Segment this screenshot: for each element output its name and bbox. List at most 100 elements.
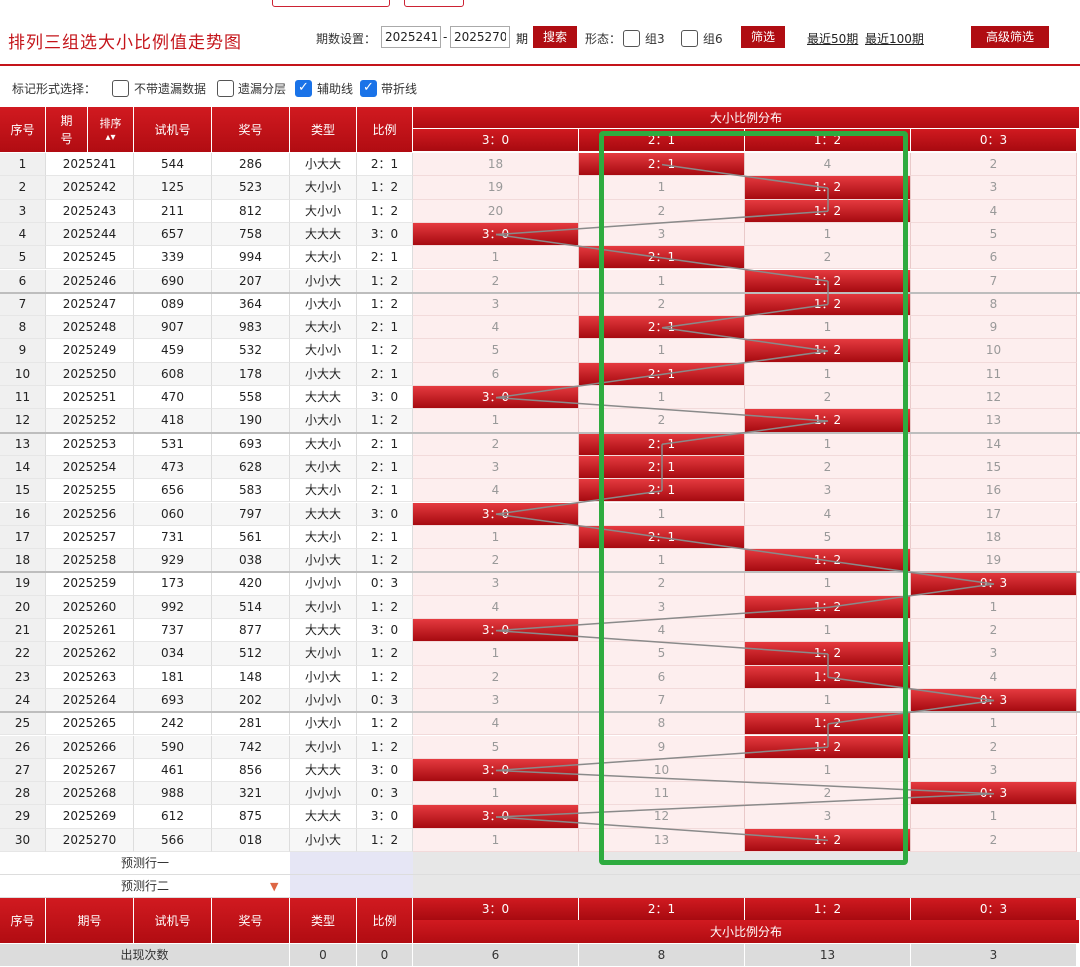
page-title: 排列三组选大小比例值走势图 xyxy=(8,33,242,53)
header-seq: 序号 xyxy=(0,107,46,153)
row-period: 2025264 xyxy=(46,688,134,713)
row-ratio: 1：2 xyxy=(357,199,413,223)
recent100-link[interactable]: 最近100期 xyxy=(865,30,924,47)
row-period: 2025269 xyxy=(46,805,134,829)
dist-hit-cell: 1：2 xyxy=(745,409,911,433)
dist-missing-cell: 3 xyxy=(911,642,1077,666)
dist-missing-cell: 1 xyxy=(579,339,745,363)
row-type: 小小大 xyxy=(290,549,357,573)
row-seq: 22 xyxy=(0,642,46,666)
row-type: 大大大 xyxy=(290,222,357,247)
row-type: 大大小 xyxy=(290,525,357,550)
row-type: 大大大 xyxy=(290,386,357,410)
header-ratio: 比例 xyxy=(357,107,413,153)
row-period: 2025268 xyxy=(46,782,134,806)
row-seq: 5 xyxy=(0,246,46,270)
period-dash: - xyxy=(443,30,448,44)
row-period: 2025260 xyxy=(46,595,134,619)
dist-missing-cell: 15 xyxy=(911,455,1077,480)
row-trial: 418 xyxy=(134,409,212,433)
dist-missing-cell: 3 xyxy=(745,805,911,829)
dist-missing-cell: 3 xyxy=(911,176,1077,200)
predict-row-input[interactable] xyxy=(290,852,413,875)
dist-hit-cell: 0：3 xyxy=(911,688,1077,713)
row-ratio: 3：0 xyxy=(357,222,413,247)
dist-missing-cell: 18 xyxy=(413,153,579,177)
row-trial: 544 xyxy=(134,153,212,177)
row-trial: 473 xyxy=(134,455,212,480)
dist-hit-cell: 1：2 xyxy=(745,595,911,619)
search-button[interactable]: 搜索 xyxy=(533,26,577,48)
dist-missing-cell: 3 xyxy=(413,455,579,480)
row-ratio: 1：2 xyxy=(357,339,413,363)
dist-missing-cell: 6 xyxy=(579,665,745,689)
header-dist-col-2: 1：2 xyxy=(745,129,911,151)
row-prize: 797 xyxy=(212,502,290,526)
top-tabs xyxy=(270,0,530,8)
dist-missing-cell: 7 xyxy=(911,269,1077,293)
row-seq: 16 xyxy=(0,502,46,526)
group3-label: 组3 xyxy=(645,32,665,46)
mark-option-checkbox-missing-layer[interactable] xyxy=(217,80,234,97)
predict-row-label[interactable]: 预测行二 xyxy=(0,875,290,898)
row-trial: 459 xyxy=(134,339,212,363)
footer-header-prize: 奖号 xyxy=(212,898,290,944)
period-start-input[interactable] xyxy=(381,26,441,48)
row-period: 2025265 xyxy=(46,712,134,736)
row-trial: 929 xyxy=(134,549,212,573)
footer-header-period: 期号 xyxy=(46,898,134,944)
row-prize: 512 xyxy=(212,642,290,666)
dist-missing-cell: 3 xyxy=(413,572,579,596)
dist-missing-cell: 2 xyxy=(413,269,579,293)
footer-dist-title: 大小比例分布 xyxy=(413,920,1080,944)
group6-checkbox[interactable] xyxy=(681,30,698,47)
filter-button[interactable]: 筛选 xyxy=(741,26,785,48)
row-trial: 737 xyxy=(134,619,212,643)
predict-row-label[interactable]: 预测行一 xyxy=(0,852,290,875)
dist-hit-cell: 1：2 xyxy=(745,828,911,852)
mark-option-checkbox-polyline[interactable] xyxy=(360,80,377,97)
row-seq: 7 xyxy=(0,292,46,317)
mark-option-checkbox-no-missing[interactable] xyxy=(112,80,129,97)
row-period: 2025266 xyxy=(46,735,134,759)
predict-row-input[interactable] xyxy=(290,875,413,898)
count-label: 出现次数 xyxy=(0,944,290,966)
row-trial: 173 xyxy=(134,572,212,596)
top-tab-2[interactable] xyxy=(404,0,464,7)
dist-missing-cell: 11 xyxy=(579,782,745,806)
row-seq: 14 xyxy=(0,455,46,480)
predict-row-dist[interactable] xyxy=(413,875,1080,898)
advanced-filter-button[interactable]: 高级筛选 xyxy=(971,26,1049,48)
mark-option-checkbox-aux-line[interactable] xyxy=(295,80,312,97)
row-prize: 202 xyxy=(212,688,290,713)
dist-missing-cell: 8 xyxy=(579,712,745,736)
row-ratio: 2：1 xyxy=(357,525,413,550)
dist-hit-cell: 3：0 xyxy=(413,758,579,783)
group3-checkbox[interactable] xyxy=(623,30,640,47)
predict-row-dist[interactable] xyxy=(413,852,1080,875)
dist-missing-cell: 7 xyxy=(579,688,745,713)
header-sort[interactable]: 排序 ▴▾ xyxy=(88,107,134,153)
dist-missing-cell: 1 xyxy=(911,805,1077,829)
row-ratio: 1：2 xyxy=(357,665,413,689)
row-seq: 19 xyxy=(0,572,46,596)
dist-missing-cell: 9 xyxy=(579,735,745,759)
row-type: 小大大 xyxy=(290,153,357,177)
period-end-input[interactable] xyxy=(450,26,510,48)
top-tab-1[interactable] xyxy=(272,0,390,7)
period-unit: 期 xyxy=(516,32,529,46)
row-ratio: 1：2 xyxy=(357,292,413,317)
row-ratio: 2：1 xyxy=(357,455,413,480)
recent50-link[interactable]: 最近50期 xyxy=(807,30,858,47)
dist-missing-cell: 2 xyxy=(745,455,911,480)
row-prize: 532 xyxy=(212,339,290,363)
dist-hit-cell: 2：1 xyxy=(579,362,745,386)
row-trial: 608 xyxy=(134,362,212,386)
row-ratio: 1：2 xyxy=(357,549,413,573)
row-seq: 4 xyxy=(0,222,46,247)
dist-hit-cell: 2：1 xyxy=(579,525,745,550)
dist-missing-cell: 1 xyxy=(745,572,911,596)
row-type: 小小小 xyxy=(290,572,357,596)
dist-hit-cell: 2：1 xyxy=(579,455,745,480)
row-ratio: 1：2 xyxy=(357,642,413,666)
